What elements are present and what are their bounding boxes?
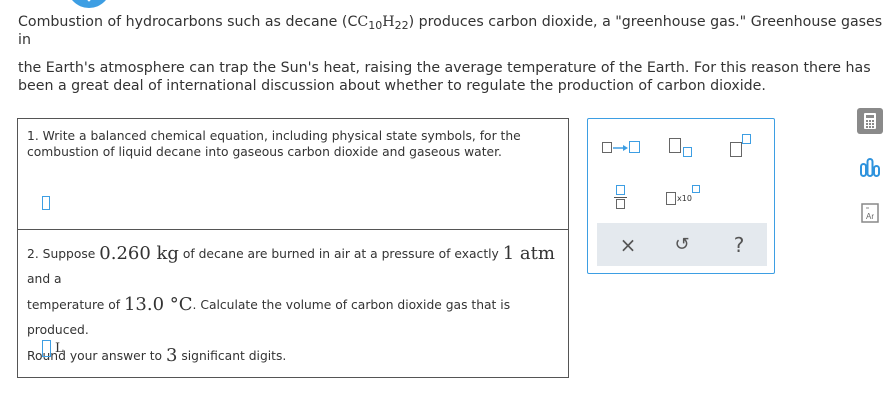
volume-answer-input[interactable] xyxy=(42,339,51,357)
svg-text:Ar: Ar xyxy=(866,212,874,221)
fraction-button[interactable] xyxy=(614,185,628,211)
intro-text: Combustion of hydrocarbons such as decan… xyxy=(18,13,888,95)
pressure-value: 1 atm xyxy=(502,243,555,264)
collapse-chevron-button[interactable] xyxy=(67,0,111,8)
bar-chart-icon xyxy=(860,158,880,177)
superscript-button[interactable] xyxy=(728,134,756,158)
clear-button[interactable]: × xyxy=(614,231,642,259)
help-button[interactable]: ? xyxy=(725,231,753,259)
sigfig-value: 3 xyxy=(165,345,178,366)
arrow-right-icon xyxy=(613,145,628,151)
volume-answer-row: L xyxy=(42,339,64,357)
subscript-button[interactable] xyxy=(669,136,697,160)
undo-icon: ↺ xyxy=(674,234,690,255)
question-1: 1. Write a balanced chemical equation, i… xyxy=(18,119,568,230)
calculator-button[interactable] xyxy=(857,108,883,134)
chevron-down-icon xyxy=(87,0,91,2)
scientific-notation-button[interactable]: x10 xyxy=(666,183,706,209)
times-ten-label: x10 xyxy=(677,194,692,203)
intro-paragraph-2: the Earth's atmosphere can trap the Sun'… xyxy=(18,60,871,94)
mass-value: 0.260 kg xyxy=(99,243,179,264)
question-2-text: 2. Suppose 0.260 kg of decane are burned… xyxy=(27,243,555,366)
calculator-icon xyxy=(864,113,876,129)
volume-unit-label: L xyxy=(55,340,64,356)
equation-answer-input[interactable] xyxy=(42,196,50,210)
periodic-table-button[interactable]: Ar xyxy=(857,200,883,226)
question-1-text: 1. Write a balanced chemical equation, i… xyxy=(27,129,521,159)
data-button[interactable] xyxy=(857,154,883,180)
help-icon: ? xyxy=(733,233,745,257)
intro-paragraph-1: Combustion of hydrocarbons such as decan… xyxy=(18,14,883,48)
periodic-element-icon: Ar xyxy=(861,203,879,223)
temperature-value: 13.0 °C xyxy=(123,294,193,315)
close-icon: × xyxy=(619,233,637,257)
reaction-arrow-button[interactable] xyxy=(602,139,642,157)
question-box: 1. Write a balanced chemical equation, i… xyxy=(17,118,569,378)
undo-button[interactable]: ↺ xyxy=(668,231,696,259)
math-palette: x10 × ↺ ? xyxy=(587,118,775,274)
palette-action-bar: × ↺ ? xyxy=(597,223,767,266)
